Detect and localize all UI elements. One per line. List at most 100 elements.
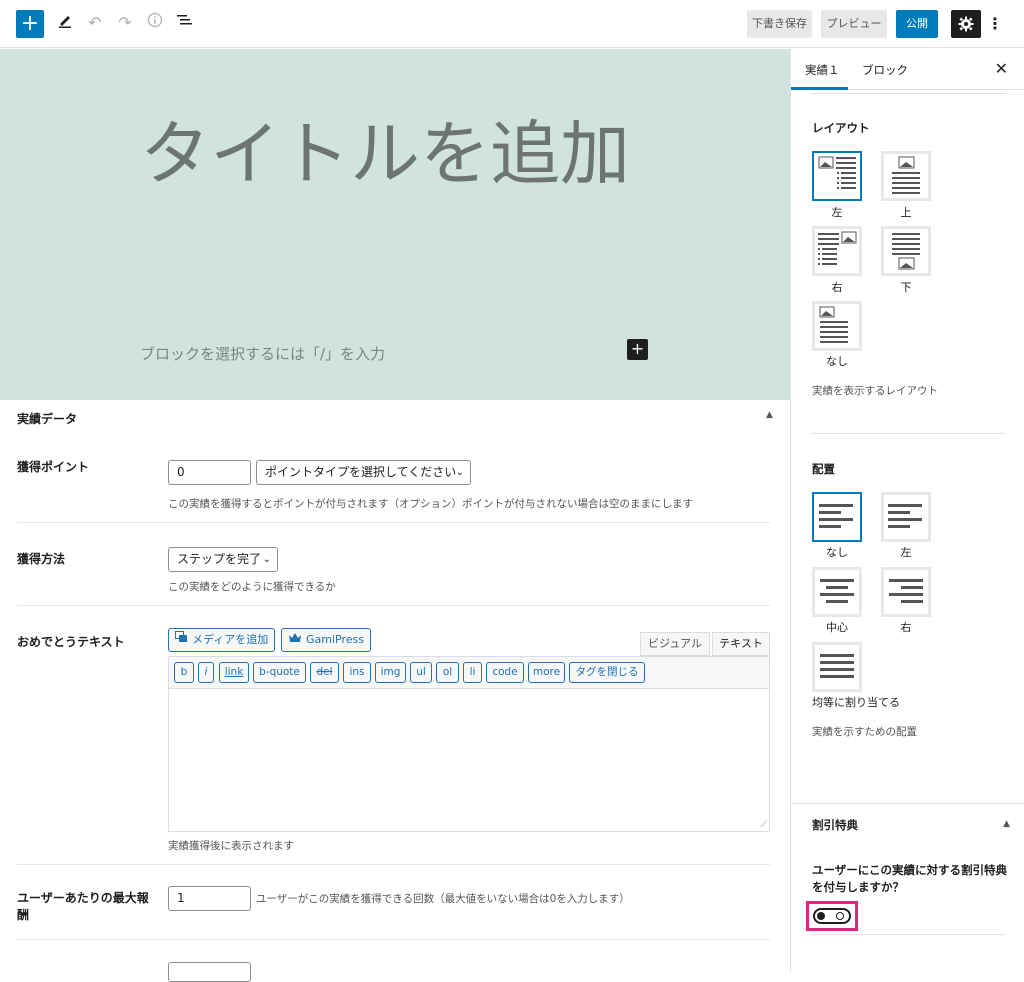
layout-option-label: 上: [900, 206, 912, 219]
collapse-triangle-icon[interactable]: ▲: [766, 410, 773, 420]
tab-text[interactable]: テキスト: [712, 632, 770, 656]
divider: [811, 433, 1005, 434]
quicktag-ul[interactable]: ul: [410, 662, 432, 683]
collapse-triangle-icon[interactable]: ▲: [1003, 819, 1010, 829]
list-view-icon[interactable]: [174, 12, 196, 34]
max-earnings-help: ユーザーがこの実績を獲得できる回数（最大値をいない場合は0を入力します）: [256, 893, 630, 905]
vertical-dots-icon[interactable]: ⋮: [987, 10, 1003, 38]
editor-toolbar: + ↶ ↷ 下書き保存 プレビュー 公開 ⋮: [0, 0, 1024, 48]
quicktag-link[interactable]: link: [219, 662, 249, 683]
next-field-input[interactable]: [168, 962, 251, 982]
inline-add-block-button[interactable]: +: [627, 339, 648, 360]
divider: [811, 934, 1005, 935]
align-option-label: 均等に割り当てる: [812, 696, 900, 709]
chevron-down-icon: ⌄: [455, 467, 464, 478]
tab-visual[interactable]: ビジュアル: [640, 632, 710, 656]
quicktag-ins[interactable]: ins: [343, 662, 371, 683]
discount-toggle[interactable]: [813, 908, 851, 924]
info-icon[interactable]: [144, 12, 166, 34]
toggle-off-indicator-icon: [836, 912, 844, 920]
divider: [17, 522, 770, 523]
quicktags-toolbar: b i link b-quote del ins img ul ol li co…: [168, 656, 770, 688]
method-select-value: ステップを完了: [177, 552, 262, 566]
preview-button[interactable]: プレビュー: [821, 10, 887, 38]
align-option-justify[interactable]: [812, 642, 862, 692]
divider: [17, 864, 770, 865]
method-label: 獲得方法: [17, 552, 66, 566]
settings-button[interactable]: [951, 10, 981, 38]
quicktag-more[interactable]: more: [528, 662, 565, 683]
resize-grip-icon[interactable]: ⟋: [761, 820, 767, 830]
quicktag-italic[interactable]: i: [198, 662, 214, 683]
add-media-label: メディアを追加: [192, 633, 269, 646]
layout-option-left[interactable]: [812, 151, 862, 201]
redo-icon[interactable]: ↷: [114, 12, 136, 34]
divider: [811, 93, 1005, 94]
align-option-label: 右: [900, 621, 912, 634]
divider: [791, 803, 1024, 804]
block-placeholder[interactable]: ブロックを選択するには「/」を入力: [140, 343, 385, 364]
achievement-data-metabox: 実績データ ▲ 獲得ポイント 0 ポイントタイプを選択してください ⌄ この実績…: [0, 400, 790, 982]
divider: [17, 605, 770, 606]
discount-heading: 割引特典: [812, 818, 858, 832]
layout-option-bottom[interactable]: [881, 226, 931, 276]
point-type-select[interactable]: ポイントタイプを選択してください ⌄: [256, 460, 471, 485]
post-title-placeholder[interactable]: タイトルを追加: [140, 111, 640, 197]
metabox-title: 実績データ: [17, 412, 78, 426]
publish-button[interactable]: 公開: [896, 10, 938, 38]
crown-icon: [288, 629, 302, 651]
quicktag-close-tags[interactable]: タグを閉じる: [569, 662, 645, 683]
align-option-label: 左: [900, 546, 912, 559]
align-help: 実績を示すための配置: [812, 726, 917, 738]
congrats-textarea[interactable]: ⟋: [168, 688, 770, 832]
active-tab-indicator: [791, 87, 848, 90]
tab-document[interactable]: 実績１: [805, 62, 840, 78]
align-option-center[interactable]: [812, 567, 862, 617]
quicktag-ol[interactable]: ol: [436, 662, 459, 683]
layout-help: 実績を表示するレイアウト: [812, 385, 938, 397]
layout-option-label: 下: [900, 281, 912, 294]
settings-sidebar: 実績１ ブロック ✕ レイアウト 左 上 右 下 なし 実績を表示するレイアウト…: [790, 49, 1024, 972]
align-option-label: なし: [826, 546, 848, 559]
undo-icon[interactable]: ↶: [84, 12, 106, 34]
save-draft-button[interactable]: 下書き保存: [747, 10, 812, 38]
add-block-button[interactable]: +: [16, 10, 44, 38]
layout-option-top[interactable]: [881, 151, 931, 201]
quicktag-li[interactable]: li: [463, 662, 482, 683]
add-media-button[interactable]: メディアを追加: [168, 628, 276, 652]
quicktag-code[interactable]: code: [486, 662, 524, 683]
align-option-none[interactable]: [812, 492, 862, 542]
pencil-icon[interactable]: [54, 12, 76, 34]
toggle-knob: [817, 912, 825, 920]
method-select[interactable]: ステップを完了 ⌄: [168, 547, 278, 572]
points-label: 獲得ポイント: [17, 460, 90, 474]
close-icon[interactable]: ✕: [995, 59, 1008, 78]
align-option-left[interactable]: [881, 492, 931, 542]
tab-block[interactable]: ブロック: [862, 62, 908, 78]
quicktag-img[interactable]: img: [375, 662, 406, 683]
layout-heading: レイアウト: [812, 121, 870, 135]
align-option-right[interactable]: [881, 567, 931, 617]
layout-option-none[interactable]: [812, 301, 862, 351]
align-option-label: 中心: [826, 621, 848, 634]
quicktag-bquote[interactable]: b-quote: [253, 662, 306, 683]
discount-question: ユーザーにこの実績に対する割引特典を付与しますか？: [812, 863, 1008, 894]
align-heading: 配置: [812, 462, 835, 476]
method-help: この実績をどのように獲得できるか: [168, 581, 336, 593]
editor-canvas: タイトルを追加 ブロックを選択するには「/」を入力 +: [0, 49, 790, 400]
quicktag-del[interactable]: del: [310, 662, 339, 683]
layout-option-label: 左: [831, 206, 843, 219]
max-earnings-input[interactable]: 1: [168, 886, 251, 911]
gamipress-button[interactable]: GamiPress: [281, 628, 371, 652]
chevron-down-icon: ⌄: [262, 554, 271, 565]
layout-option-right[interactable]: [812, 226, 862, 276]
congrats-label: おめでとうテキスト: [17, 635, 125, 649]
sidebar-tabs: 実績１ ブロック ✕: [791, 49, 1024, 90]
gamipress-label: GamiPress: [306, 633, 364, 646]
layout-option-label: なし: [826, 355, 848, 368]
divider: [17, 939, 770, 940]
point-type-select-value: ポイントタイプを選択してください: [265, 465, 457, 479]
quicktag-bold[interactable]: b: [174, 662, 194, 683]
media-icon: [175, 629, 188, 651]
points-input[interactable]: 0: [168, 460, 251, 485]
